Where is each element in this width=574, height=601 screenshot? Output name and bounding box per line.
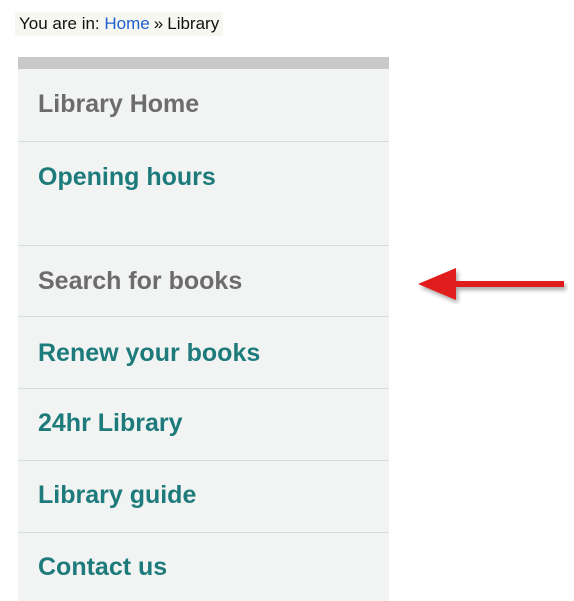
library-side-nav: Library Home Opening hours Search for bo… [18,57,389,601]
nav-item-opening-hours[interactable]: Opening hours [18,142,389,246]
nav-item-library-guide[interactable]: Library guide [18,461,389,533]
breadcrumb-prefix: You are in: [19,14,100,33]
breadcrumb: You are in: Home» Library [15,12,224,36]
page: You are in: Home» Library Library Home Op… [0,0,574,601]
breadcrumb-home-link[interactable]: Home [104,14,149,33]
arrow-left-icon [418,268,564,300]
breadcrumb-separator: » [153,14,164,33]
nav-item-renew-your-books[interactable]: Renew your books [18,317,389,389]
nav-item-contact-us[interactable]: Contact us [18,533,389,601]
nav-item-24hr-library[interactable]: 24hr Library [18,389,389,461]
nav-item-search-for-books[interactable]: Search for books [18,246,389,317]
breadcrumb-current: Library [167,14,220,33]
nav-item-library-home[interactable]: Library Home [18,69,389,142]
